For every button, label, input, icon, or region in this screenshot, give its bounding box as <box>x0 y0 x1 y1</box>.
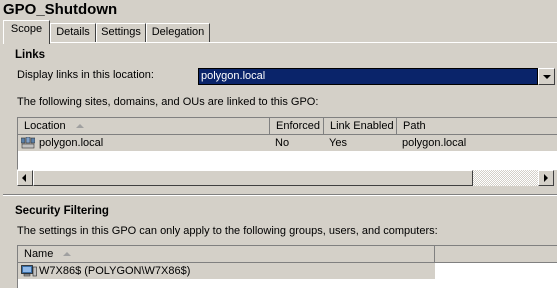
display-links-label: Display links in this location: <box>17 69 154 81</box>
sort-ascending-icon <box>75 124 84 129</box>
column-header-enforced[interactable]: Enforced <box>270 118 324 135</box>
security-description: The settings in this GPO can only apply … <box>17 225 438 237</box>
row-name: W7X86$ (POLYGON\W7X86$) <box>39 265 191 277</box>
column-header-path[interactable]: Path <box>397 118 557 135</box>
tab-settings[interactable]: Settings <box>96 23 146 42</box>
row-location: polygon.local <box>39 137 104 149</box>
security-filtering-heading: Security Filtering <box>15 205 109 217</box>
links-listview[interactable]: Location Enforced Link Enabled Path poly… <box>17 117 557 170</box>
row-enforced: No <box>275 137 290 149</box>
domain-icon <box>20 136 36 154</box>
gpo-title: GPO_Shutdown <box>3 1 118 18</box>
scroll-thumb[interactable] <box>33 170 473 186</box>
dropdown-arrow-button[interactable] <box>538 68 555 85</box>
column-header-name[interactable]: Name <box>18 246 435 263</box>
linked-description: The following sites, domains, and OUs ar… <box>17 96 319 108</box>
computer-icon <box>21 265 37 283</box>
scroll-right-icon[interactable] <box>538 170 554 186</box>
links-horizontal-scrollbar[interactable] <box>17 170 554 186</box>
location-dropdown-value: polygon.local <box>201 70 266 82</box>
column-header-location[interactable]: Location <box>18 118 270 135</box>
tab-details[interactable]: Details <box>50 23 96 42</box>
column-header-link-enabled[interactable]: Link Enabled <box>324 118 397 135</box>
tab-scope[interactable]: Scope <box>3 20 50 44</box>
row-path: polygon.local <box>402 137 467 149</box>
security-listview[interactable]: Name W7X86$ (POLYGON\W7X86$) <box>17 245 557 288</box>
sort-ascending-icon <box>63 252 72 257</box>
section-divider-highlight <box>3 195 557 196</box>
tab-panel-border <box>3 42 557 43</box>
table-row[interactable]: polygon.local No Yes polygon.local <box>18 135 557 151</box>
row-link-enabled: Yes <box>329 137 347 149</box>
tab-delegation[interactable]: Delegation <box>146 23 210 42</box>
table-row[interactable]: W7X86$ (POLYGON\W7X86$) <box>18 263 435 279</box>
location-dropdown[interactable]: polygon.local <box>198 68 538 85</box>
links-heading: Links <box>15 49 46 61</box>
scroll-left-icon[interactable] <box>17 170 33 186</box>
column-header-empty <box>435 246 557 263</box>
